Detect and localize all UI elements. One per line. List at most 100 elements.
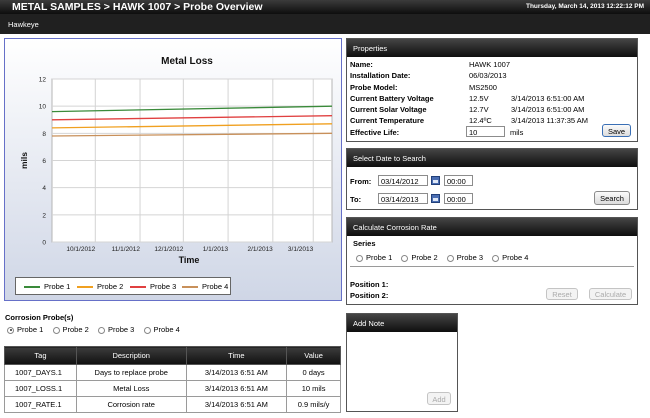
series-option-probe-2[interactable]: Probe 2 [401,253,438,262]
radio-button[interactable] [401,254,409,262]
description-cell: Corrosion rate [75,396,187,413]
prop-solar-time: 3/14/2013 6:51:00 AM [511,105,585,114]
x-tick-label: 12/1/2012 [154,246,183,253]
tag-table: Tag Description Time Value 1007_DAYS.1 D… [4,346,341,413]
chart-svg: 0 2 4 6 8 10 12 10/1/2012 11/1/2012 12/1/2012 1/1/… [19,56,333,265]
y-tick-label: 6 [42,158,46,165]
to-label: To: [350,195,362,204]
prop-install-value: 06/03/2013 [469,71,507,80]
datetime-display: Thursday, March 14, 2013 12:22:12 PM [525,3,644,10]
prop-battery-value: 12.5V [469,94,489,103]
metal-loss-chart: 0 2 4 6 8 10 12 10/1/2012 11/1/2012 12/1/2012 1/1/… [4,38,342,301]
radio-button[interactable] [98,326,106,334]
tag-cell: 1007_LOSS.1 [4,380,77,397]
sub-header: Hawkeye [0,14,650,34]
y-tick-label: 10 [39,104,47,111]
add-note-panel: Add Note Add [346,313,458,412]
y-tick-label: 0 [42,240,46,247]
prop-temp-row: Current Temperature [350,116,425,125]
value-cell: 0 days [286,364,341,381]
properties-title: Properties [347,39,637,57]
x-tick-label: 10/1/2012 [66,246,95,253]
legend-swatch [130,286,146,289]
radio-button[interactable] [446,254,454,262]
x-tick-label: 3/1/2013 [288,246,314,253]
legend-probe-2: Probe 2 [77,282,123,291]
x-tick-label: 2/1/2013 [248,246,274,253]
series-label: Series [353,239,376,248]
calendar-icon[interactable] [431,194,440,203]
time-cell: 3/14/2013 6:51 AM [185,364,288,381]
series-option-probe-1[interactable]: Probe 1 [356,253,392,262]
description-cell: Metal Loss [75,380,187,397]
from-label: From: [350,177,372,186]
from-time-input[interactable]: 00:00 [444,175,473,186]
tag-cell: 1007_RATE.1 [4,396,77,413]
calendar-icon[interactable] [431,176,440,185]
probe-option-3[interactable]: Probe 3 [98,325,134,334]
radio-button-selected[interactable] [7,326,14,334]
prop-life-row: Effective Life: [350,128,400,137]
from-date-input[interactable]: 03/14/2012 [378,175,428,186]
description-cell: Days to replace probe [75,364,187,381]
effective-life-unit: mils [510,128,524,137]
corrosion-rate-panel: Calculate Corrosion Rate Series Probe 1 … [346,217,638,305]
date-search-title: Select Date to Search [347,149,637,167]
radio-button[interactable] [492,254,500,262]
legend-swatch [182,286,198,289]
column-header-value: Value [286,346,341,365]
series-option-probe-4[interactable]: Probe 4 [492,253,528,262]
probe-option-1[interactable]: Probe 1 [7,325,43,334]
prop-temp-time: 3/14/2013 11:37:35 AM [511,116,589,125]
radio-button[interactable] [356,254,363,262]
corrosion-probes-title: Corrosion Probe(s) [5,313,74,322]
prop-solar-value: 12.7V [469,105,489,114]
position-2-label: Position 2: [350,291,389,300]
add-note-title: Add Note [347,314,457,332]
to-date-input[interactable]: 03/14/2013 [378,193,428,204]
value-cell: 10 mils [286,380,341,397]
prop-solar-row: Current Solar Voltage [350,105,427,114]
prop-temp-value: 12.4ºC [469,116,492,125]
table-row[interactable]: 1007_LOSS.1 Metal Loss 3/14/2013 6:51 AM… [4,380,341,397]
legend-probe-1: Probe 1 [24,282,70,291]
series-option-probe-3[interactable]: Probe 3 [446,253,483,262]
effective-life-input[interactable]: 10 [466,126,505,137]
reset-button[interactable]: Reset [546,288,578,300]
column-header-description: Description [75,346,187,365]
chart-legend: Probe 1 Probe 2 Probe 3 Probe 4 [15,277,231,295]
app-subtitle: Hawkeye [8,20,39,29]
column-header-time: Time [185,346,288,365]
y-tick-label: 8 [42,131,46,138]
to-time-input[interactable]: 00:00 [444,193,473,204]
y-tick-label: 2 [42,212,46,219]
time-cell: 3/14/2013 6:51 AM [185,396,288,413]
table-row[interactable]: 1007_RATE.1 Corrosion rate 3/14/2013 6:5… [4,396,341,413]
x-axis-label: Time [179,255,200,265]
legend-probe-3: Probe 3 [130,282,176,291]
radio-button[interactable] [143,326,151,334]
x-tick-label: 1/1/2013 [203,246,229,253]
table-header-row: Tag Description Time Value [4,346,341,365]
table-row[interactable]: 1007_DAYS.1 Days to replace probe 3/14/2… [4,364,341,381]
corrosion-rate-title: Calculate Corrosion Rate [347,218,637,236]
prop-name-value: HAWK 1007 [469,60,510,69]
save-button[interactable]: Save [602,124,631,137]
radio-button[interactable] [52,326,60,334]
series-group: Series Probe 1 Probe 2 Probe 3 Probe 4 [350,237,634,267]
search-button[interactable]: Search [594,191,630,205]
legend-swatch [24,286,40,289]
calculate-button[interactable]: Calculate [589,288,632,300]
prop-model-value: MS2500 [469,83,497,92]
breadcrumb[interactable]: METAL SAMPLES > HAWK 1007 > Probe Overvi… [12,1,263,13]
prop-name-row: Name: [350,60,373,69]
note-textarea[interactable] [347,332,457,392]
x-tick-label: 11/1/2012 [112,246,141,253]
probe-option-2[interactable]: Probe 2 [52,325,89,334]
prop-model-row: Probe Model: [350,83,398,92]
probe-option-4[interactable]: Probe 4 [143,325,180,334]
series-radio-group: Probe 1 Probe 2 Probe 3 Probe 4 [356,253,535,262]
legend-probe-4: Probe 4 [182,282,228,291]
add-note-button[interactable]: Add [427,392,451,405]
chart-title: Metal Loss [161,56,213,67]
